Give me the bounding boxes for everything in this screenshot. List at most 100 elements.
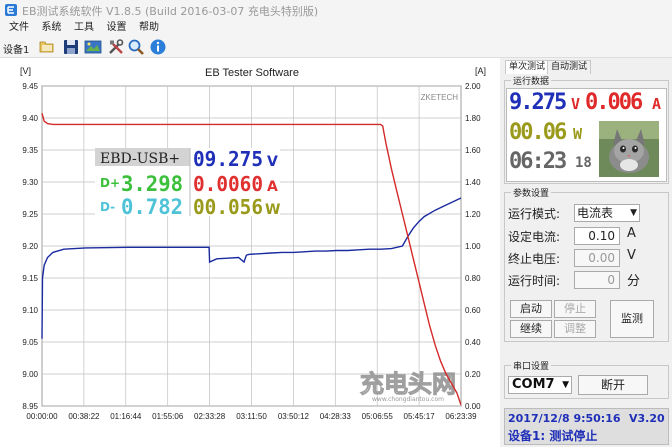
x-tick-label: 03:50:12 <box>278 412 310 421</box>
info-icon[interactable] <box>149 38 167 56</box>
overlay-voltage-unit: V <box>267 154 278 170</box>
run-time-label: 运行时间: <box>508 274 561 288</box>
y2-tick-label: 0.40 <box>465 338 481 347</box>
status-version: V3.20 <box>629 412 665 425</box>
chart: EB Tester Software [V] [A] ZKETECH 9.45 2… <box>20 66 486 421</box>
x-tick-label: 05:06:55 <box>362 412 394 421</box>
overlay-current: 0.0060 <box>193 172 263 196</box>
y2-tick-label: 1.80 <box>465 114 481 123</box>
menu-settings[interactable]: 设置 <box>107 20 127 36</box>
time-readout: 06:23 <box>509 149 567 174</box>
overlay-dplus-label: D+ <box>100 176 120 190</box>
stop-button[interactable]: 停止 <box>554 300 596 318</box>
mode-label: 运行模式: <box>508 207 561 221</box>
end-voltage-field[interactable]: 0.00 <box>574 249 620 267</box>
run-data-display: 9.275 V 0.006 A 00.06 W 06:23 18 <box>506 88 667 182</box>
menu-file[interactable]: 文件 <box>9 20 29 36</box>
cat-photo <box>599 121 659 177</box>
set-current-label: 设定电流: <box>508 230 561 244</box>
end-voltage-label: 终止电压: <box>508 252 561 266</box>
port-value: COM7 <box>512 377 555 392</box>
right-panel: 单次测试 自动测试 运行数据 9.275 V 0.006 A 00.06 W 0… <box>500 58 672 447</box>
overlay-dplus: 3.298 <box>121 172 183 196</box>
continue-button[interactable]: 继续 <box>510 320 552 338</box>
y2-tick-label: 0.60 <box>465 306 481 315</box>
power-readout: 00.06 <box>509 120 567 145</box>
run-data-title: 运行数据 <box>511 74 552 87</box>
menu-system[interactable]: 系统 <box>42 20 62 36</box>
tab-auto-test[interactable]: 自动测试 <box>547 60 592 74</box>
y-tick-label: 9.45 <box>22 82 38 91</box>
y2-tick-label: 0.20 <box>465 370 481 379</box>
overlay-voltage: 09.275 <box>193 147 263 171</box>
menu-bar: 文件 系统 工具 设置 帮助 <box>0 20 672 36</box>
watermark: 充电头网 <box>360 370 456 398</box>
title-bar: EB测试系统软件 V1.8.5 (Build 2016-03-07 充电头特别版… <box>0 0 672 20</box>
folder-icon[interactable] <box>38 38 56 56</box>
run-time-unit: 分 <box>627 274 641 289</box>
start-button[interactable]: 启动 <box>510 300 552 318</box>
y-tick-label: 9.00 <box>22 370 38 379</box>
tools-icon[interactable] <box>107 38 125 56</box>
current-readout: 0.006 <box>585 90 643 115</box>
y-tick-label: 8.95 <box>22 402 38 411</box>
y-tick-label: 9.25 <box>22 210 38 219</box>
chart-left-unit: [V] <box>20 66 31 76</box>
chevron-down-icon: ▼ <box>630 208 637 218</box>
save-icon[interactable] <box>62 38 80 56</box>
y2-tick-label: 1.20 <box>465 210 481 219</box>
adjust-button[interactable]: 调整 <box>554 320 596 338</box>
x-tick-label: 04:28:33 <box>320 412 352 421</box>
overlay-power-unit: W <box>265 202 280 218</box>
power-unit: W <box>573 125 583 143</box>
set-current-unit: A <box>627 226 636 241</box>
overlay-power: 00.056 <box>193 195 263 219</box>
x-tick-label: 05:45:17 <box>404 412 436 421</box>
chevron-down-icon: ▼ <box>562 380 569 390</box>
status-datetime: 2017/12/8 9:50:16 <box>508 412 621 425</box>
x-tick-label: 01:55:06 <box>152 412 184 421</box>
params-title: 参数设置 <box>511 186 552 199</box>
mode-select[interactable]: 电流表 ▼ <box>574 204 640 222</box>
y-tick-label: 9.20 <box>22 242 38 251</box>
overlay-dminus-label: D- <box>100 200 115 214</box>
watermark-url: www.chongdiantou.com <box>372 396 444 403</box>
serial-title: 串口设置 <box>511 359 552 372</box>
x-tick-label: 03:11:50 <box>236 412 267 421</box>
overlay-device: EBD-USB+ <box>100 151 180 167</box>
y-tick-label: 9.35 <box>22 146 38 155</box>
monitor-button[interactable]: 监测 <box>610 300 654 338</box>
x-tick-label: 06:23:39 <box>445 412 477 421</box>
status-box: 2017/12/8 9:50:16 V3.20 设备1: 测试停止 <box>504 408 669 445</box>
time-seconds: 18 <box>575 155 592 171</box>
y-tick-label: 9.10 <box>22 306 38 315</box>
y-tick-label: 9.05 <box>22 338 38 347</box>
y-tick-label: 9.30 <box>22 178 38 187</box>
image-icon[interactable] <box>84 38 102 56</box>
y2-tick-label: 1.60 <box>465 146 481 155</box>
y2-tick-label: 0.00 <box>465 402 481 411</box>
voltage-unit: V <box>571 95 581 113</box>
overlay-dminus: 0.782 <box>121 195 183 219</box>
y2-tick-label: 1.00 <box>465 242 481 251</box>
run-time-field[interactable]: 0 <box>574 271 620 289</box>
set-current-field[interactable]: 0.10 <box>574 227 620 245</box>
menu-help[interactable]: 帮助 <box>139 20 159 36</box>
current-unit: A <box>652 95 662 113</box>
voltage-readout: 9.275 <box>509 90 567 115</box>
app-icon <box>5 4 17 16</box>
search-icon[interactable] <box>127 38 145 56</box>
mode-value: 电流表 <box>577 206 614 220</box>
tab-single-test[interactable]: 单次测试 <box>505 60 550 74</box>
chart-right-unit: [A] <box>475 66 486 76</box>
x-tick-label: 00:38:22 <box>68 412 100 421</box>
menu-tools[interactable]: 工具 <box>74 20 94 36</box>
y-tick-label: 9.15 <box>22 274 38 283</box>
y2-tick-label: 1.40 <box>465 178 481 187</box>
end-voltage-unit: V <box>627 248 636 263</box>
disconnect-button[interactable]: 断开 <box>578 375 648 395</box>
port-select[interactable]: COM7 ▼ <box>508 376 572 394</box>
grid <box>41 85 462 407</box>
x-tick-label: 01:16:44 <box>110 412 142 421</box>
device-selector[interactable]: 设备1 <box>3 41 29 56</box>
